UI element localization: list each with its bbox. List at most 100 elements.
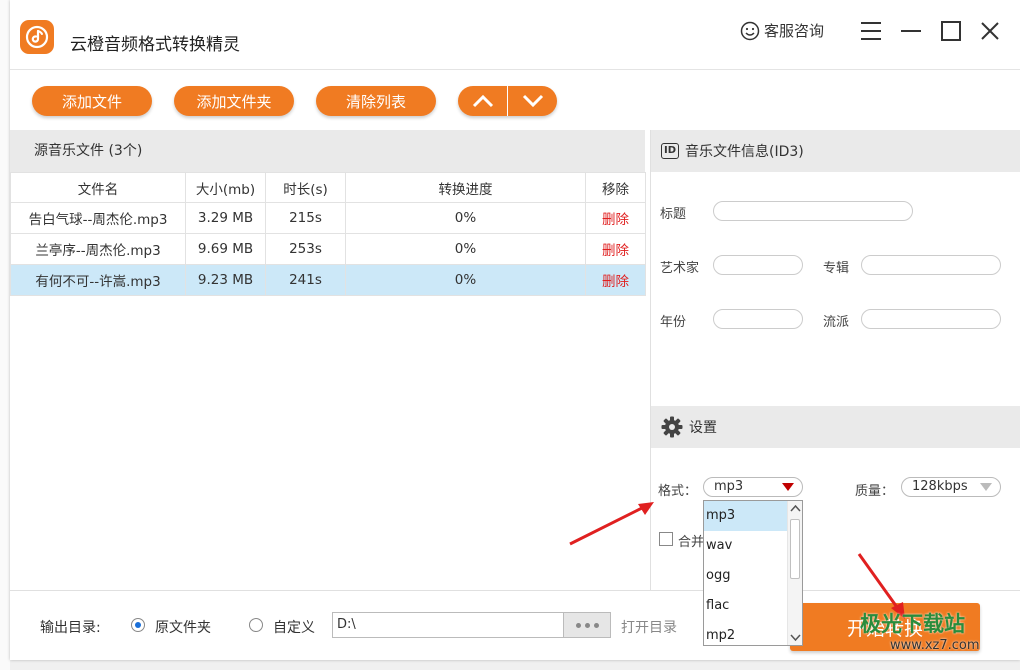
album-label: 专辑 xyxy=(823,261,850,276)
scroll-down-icon xyxy=(790,634,801,642)
move-up-button[interactable] xyxy=(458,86,507,116)
file-name-cell: 告白气球--周杰伦.mp3 xyxy=(10,202,186,234)
close-button[interactable] xyxy=(977,18,1003,44)
add-folder-button[interactable]: 添加文件夹 xyxy=(174,86,294,116)
format-option[interactable]: ogg xyxy=(704,561,788,591)
merge-checkbox[interactable] xyxy=(659,532,673,546)
year-input[interactable] xyxy=(713,309,803,329)
app-logo-icon xyxy=(20,20,54,54)
column-header[interactable]: 转换进度 xyxy=(345,172,586,203)
quality-label: 质量： xyxy=(855,484,895,499)
format-select[interactable]: mp3 xyxy=(703,477,803,497)
format-option[interactable]: wav xyxy=(704,531,788,561)
delete-link[interactable]: 删除 xyxy=(585,264,646,296)
format-dropdown-list: mp3 wav ogg flac mp2 xyxy=(703,500,803,646)
file-name-cell: 兰亭序--周杰伦.mp3 xyxy=(10,233,186,265)
close-icon xyxy=(981,22,999,40)
id-badge-icon: ID xyxy=(661,143,680,159)
format-option[interactable]: mp2 xyxy=(704,621,788,651)
open-directory-button[interactable]: 打开目录 xyxy=(621,617,677,637)
id3-header: ID 音乐文件信息(ID3) xyxy=(651,130,1020,172)
custom-folder-radio[interactable] xyxy=(249,618,263,632)
dot xyxy=(584,622,590,628)
add-file-button[interactable]: 添加文件 xyxy=(32,86,152,116)
scroll-up-icon xyxy=(790,504,801,512)
format-value: mp3 xyxy=(714,479,744,494)
custom-folder-label: 自定义 xyxy=(273,620,315,636)
settings-header: 设置 xyxy=(651,406,1020,448)
original-folder-radio[interactable] xyxy=(131,618,145,632)
menu-button[interactable] xyxy=(858,18,884,44)
smiley-icon xyxy=(740,21,760,40)
gear-icon xyxy=(661,416,683,438)
album-input[interactable] xyxy=(861,255,1001,275)
title-label: 标题 xyxy=(660,207,687,222)
duration-cell: 215s xyxy=(265,202,346,234)
artist-label: 艺术家 xyxy=(660,261,700,276)
minimize-button[interactable] xyxy=(898,18,924,44)
quality-select[interactable]: 128kbps xyxy=(901,477,1001,497)
chevron-down-icon xyxy=(522,94,543,108)
toolbar: 添加文件 添加文件夹 清除列表 xyxy=(10,70,1020,130)
customer-service-label: 客服咨询 xyxy=(764,22,825,40)
delete-link[interactable]: 删除 xyxy=(585,202,646,234)
maximize-icon xyxy=(941,21,961,41)
format-option[interactable]: mp3 xyxy=(704,501,788,531)
app-title: 云橙音频格式转换精灵 xyxy=(70,35,240,55)
title-input[interactable] xyxy=(713,201,913,221)
format-label: 格式： xyxy=(658,484,698,499)
annotation-arrow-icon xyxy=(569,502,654,546)
column-header[interactable]: 时长(s) xyxy=(265,172,346,203)
artist-input[interactable] xyxy=(713,255,803,275)
settings-title: 设置 xyxy=(689,420,717,436)
file-name-cell: 有何不可--许嵩.mp3 xyxy=(10,264,186,296)
file-list-header: 源音乐文件 (3个) xyxy=(10,130,645,172)
table-row-selected[interactable]: 有何不可--许嵩.mp3 9.23 MB 241s 0% 删除 xyxy=(10,264,646,296)
dropdown-arrow-icon xyxy=(980,483,992,491)
scrollbar-thumb[interactable] xyxy=(790,519,800,579)
browse-button[interactable] xyxy=(563,612,611,638)
table-row[interactable]: 告白气球--周杰伦.mp3 3.29 MB 215s 0% 删除 xyxy=(10,202,646,234)
file-size-cell: 3.29 MB xyxy=(185,202,266,234)
duration-cell: 253s xyxy=(265,233,346,265)
format-option[interactable]: flac xyxy=(704,591,788,621)
file-table: 文件名 大小(mb) 时长(s) 转换进度 移除 告白气球--周杰伦.mp3 3… xyxy=(10,172,646,296)
progress-cell: 0% xyxy=(345,264,586,296)
table-header-row: 文件名 大小(mb) 时长(s) 转换进度 移除 xyxy=(10,172,646,203)
column-header[interactable]: 移除 xyxy=(585,172,646,203)
dropdown-scrollbar[interactable] xyxy=(787,501,802,645)
minimize-icon xyxy=(901,30,921,32)
move-buttons xyxy=(458,86,557,116)
watermark-url: www.xz7.com xyxy=(890,638,980,653)
original-folder-label: 原文件夹 xyxy=(155,620,211,636)
output-label: 输出目录: xyxy=(40,620,101,636)
genre-input[interactable] xyxy=(861,309,1001,329)
dropdown-arrow-icon xyxy=(782,483,794,491)
column-header[interactable]: 大小(mb) xyxy=(185,172,266,203)
year-label: 年份 xyxy=(660,315,687,330)
merge-label: 合并 xyxy=(678,535,705,550)
title-bar: 云橙音频格式转换精灵 客服咨询 xyxy=(10,0,1020,70)
output-path-input[interactable]: D:\ xyxy=(332,612,564,638)
chevron-up-icon xyxy=(472,94,493,108)
genre-label: 流派 xyxy=(823,315,850,330)
clear-list-button[interactable]: 清除列表 xyxy=(316,86,436,116)
dot xyxy=(575,622,581,628)
column-header[interactable]: 文件名 xyxy=(10,172,186,203)
maximize-button[interactable] xyxy=(938,18,964,44)
progress-cell: 0% xyxy=(345,202,586,234)
app-window: 云橙音频格式转换精灵 客服咨询 添加文件 添加文件夹 清除列表 源音乐文件 (3… xyxy=(10,0,1020,660)
customer-service-button[interactable]: 客服咨询 xyxy=(740,20,824,41)
progress-cell: 0% xyxy=(345,233,586,265)
file-size-cell: 9.23 MB xyxy=(185,264,266,296)
duration-cell: 241s xyxy=(265,264,346,296)
table-row[interactable]: 兰亭序--周杰伦.mp3 9.69 MB 253s 0% 删除 xyxy=(10,233,646,265)
watermark: 极光下载站 www.xz7.com xyxy=(860,608,980,653)
dot xyxy=(593,622,599,628)
hamburger-icon xyxy=(861,22,881,40)
id3-title: 音乐文件信息(ID3) xyxy=(685,144,804,160)
file-size-cell: 9.69 MB xyxy=(185,233,266,265)
delete-link[interactable]: 删除 xyxy=(585,233,646,265)
quality-value: 128kbps xyxy=(912,479,968,494)
move-down-button[interactable] xyxy=(507,86,557,116)
